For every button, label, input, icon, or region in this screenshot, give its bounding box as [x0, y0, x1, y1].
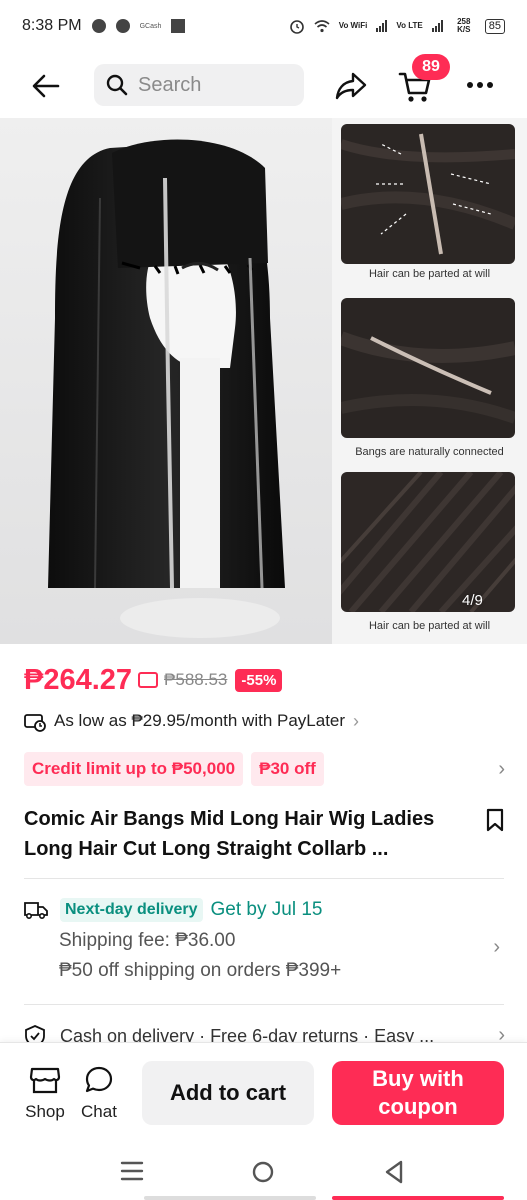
promo-chevron-icon[interactable]: › — [498, 758, 505, 781]
thumbnail-panel: Hair can be parted at will Bangs are nat… — [332, 118, 527, 644]
coupon-icon — [138, 672, 159, 688]
signal-2-icon — [431, 20, 443, 32]
product-title-row: Comic Air Bangs Mid Long Hair Wig Ladies… — [24, 804, 504, 864]
back-arrow-icon[interactable] — [30, 71, 62, 101]
back-nav-icon[interactable] — [382, 1159, 406, 1185]
bangs-connection-image — [341, 298, 515, 438]
thumbnail-caption-3: Hair can be parted at will — [368, 620, 491, 632]
nav-accent-line — [332, 1196, 504, 1200]
chat-label: Chat — [81, 1102, 117, 1121]
share-icon[interactable] — [334, 70, 368, 102]
nav-divider — [144, 1196, 316, 1200]
credit-limit-chip[interactable]: Credit limit up to ₱50,000 — [24, 752, 244, 786]
alarm-icon — [289, 20, 304, 34]
search-placeholder: Search — [138, 73, 202, 96]
shop-icon — [29, 1067, 61, 1094]
signal-1-icon — [376, 20, 388, 32]
product-title: Comic Air Bangs Mid Long Hair Wig Ladies… — [24, 808, 435, 860]
thumbnail-image-3[interactable] — [341, 472, 515, 612]
delivery-truck-icon — [24, 902, 48, 920]
notification-square-icon — [171, 19, 186, 33]
paylater-icon — [24, 714, 46, 732]
product-image-gallery[interactable]: Hair can be parted at will Bangs are nat… — [0, 118, 527, 644]
cart-count-badge: 89 — [412, 54, 450, 80]
thumbnail-caption-1: Hair can be parted at will — [368, 268, 491, 280]
thumbnail-image-2[interactable] — [341, 298, 515, 438]
network-2-label: Vo LTE — [396, 21, 423, 30]
gcash-label: GCash — [139, 22, 162, 30]
image-counter: 4/9 — [462, 592, 483, 609]
shipping-fee: Shipping fee: ₱36.00 — [59, 930, 236, 951]
wifi-icon — [314, 20, 330, 33]
paylater-text: As low as ₱29.95/month with PayLater — [54, 711, 346, 730]
network-1-label: Vo WiFi — [338, 21, 368, 30]
thumbnail-image-1[interactable] — [341, 124, 515, 264]
shipping-discount: ₱50 off shipping on orders ₱399+ — [59, 960, 342, 981]
original-price: ₱588.53 — [164, 670, 228, 689]
promo-chips[interactable]: Credit limit up to ₱50,000 ₱30 off — [24, 752, 324, 786]
hair-texture-image — [341, 472, 515, 612]
system-navigation-bar — [0, 1150, 527, 1200]
hair-part-image — [341, 124, 515, 264]
status-time: 8:38 PM — [22, 17, 82, 34]
wig-mannequin-image — [0, 118, 332, 644]
thumbnail-caption-2: Bangs are naturally connected — [355, 446, 504, 458]
next-day-badge: Next-day delivery — [60, 898, 203, 922]
bottom-action-bar: Shop Chat Add to cart Buy with coupon — [0, 1042, 527, 1150]
search-icon — [106, 74, 128, 96]
more-options-icon[interactable] — [466, 74, 494, 96]
chat-icon — [85, 1066, 113, 1093]
delivery-section[interactable]: Next-day delivery Get by Jul 15 Shipping… — [24, 896, 504, 982]
recent-apps-icon[interactable] — [120, 1160, 144, 1182]
current-price: ₱264.27 — [24, 663, 133, 696]
facebook-icon — [91, 19, 106, 33]
buy-with-coupon-button[interactable]: Buy with coupon — [332, 1061, 504, 1125]
status-bar: 8:38 PM GCash Vo WiFi Vo LTE 258 K/S 85 — [0, 0, 527, 52]
paylater-chevron-icon: › — [353, 710, 360, 731]
chat-button[interactable]: Chat — [76, 1065, 122, 1125]
messenger-icon — [115, 19, 130, 33]
main-product-image[interactable] — [0, 118, 332, 644]
add-to-cart-button[interactable]: Add to cart — [142, 1061, 314, 1125]
shop-button[interactable]: Shop — [20, 1065, 70, 1125]
home-icon[interactable] — [250, 1159, 276, 1185]
delivery-chevron-icon: › — [493, 936, 500, 958]
discount-badge: -55% — [235, 668, 283, 692]
bookmark-icon[interactable] — [484, 808, 506, 832]
shop-label: Shop — [25, 1102, 65, 1121]
discount-off-chip[interactable]: ₱30 off — [251, 752, 324, 786]
price-row: ₱264.27 ₱588.53 -55% — [24, 660, 283, 700]
network-speed: 258 K/S — [457, 17, 471, 34]
battery-indicator: 85 — [484, 18, 505, 34]
divider — [24, 878, 504, 879]
divider — [24, 1004, 504, 1005]
delivery-date: Get by Jul 15 — [210, 899, 323, 920]
top-header: Search 89 — [0, 54, 527, 114]
search-input[interactable]: Search — [94, 64, 304, 106]
paylater-row[interactable]: As low as ₱29.95/month with PayLater › — [24, 708, 359, 734]
